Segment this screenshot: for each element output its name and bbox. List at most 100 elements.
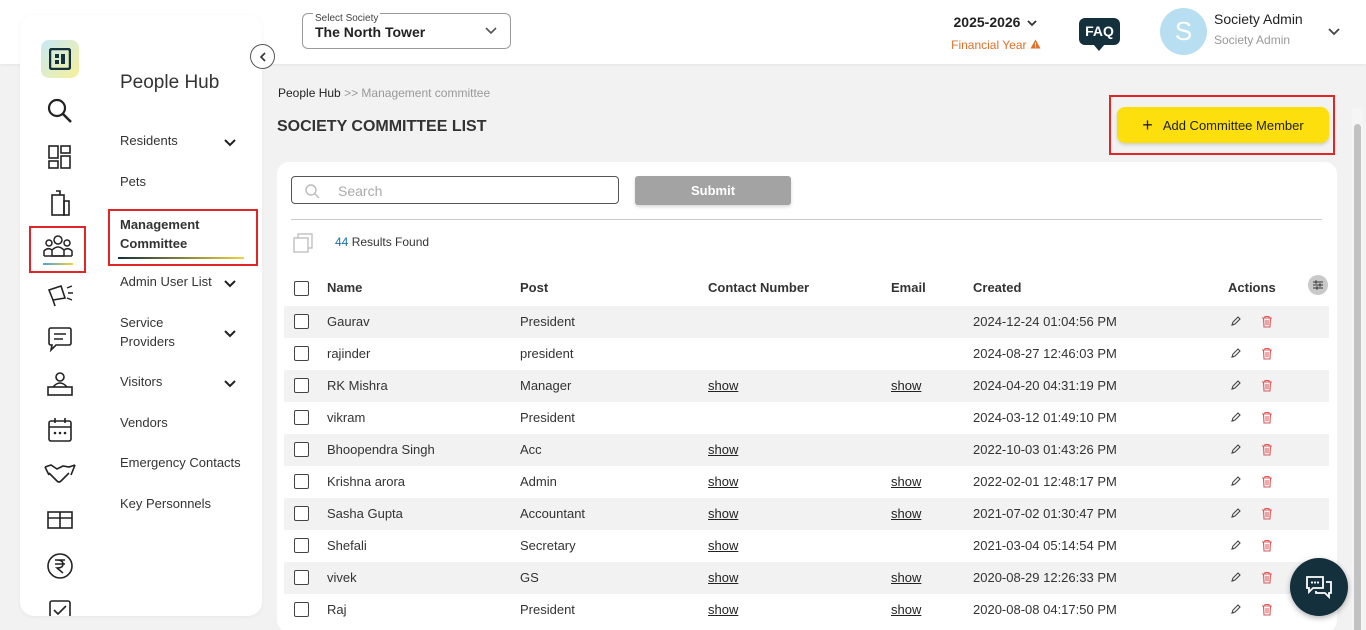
calendar-icon[interactable] [42, 412, 78, 448]
edit-icon[interactable] [1230, 347, 1242, 362]
avatar[interactable]: S [1160, 8, 1207, 55]
delete-icon[interactable] [1261, 411, 1273, 427]
table-row: Krishna arora Admin show show 2022-02-01 12:… [284, 466, 1329, 498]
row-checkbox[interactable] [294, 570, 309, 585]
report-icon[interactable] [42, 593, 78, 616]
megaphone-icon[interactable] [42, 276, 78, 312]
delete-icon[interactable] [1261, 475, 1273, 491]
delete-icon[interactable] [1261, 347, 1273, 363]
faq-button[interactable]: FAQ [1079, 18, 1120, 51]
copy-icon[interactable] [292, 232, 314, 254]
cell-post: President [520, 314, 575, 329]
sidebar-item-management-committee[interactable]: Management Committee [108, 209, 258, 266]
breadcrumb-root[interactable]: People Hub [278, 86, 341, 100]
row-checkbox[interactable] [294, 410, 309, 425]
row-checkbox[interactable] [294, 346, 309, 361]
column-header-name[interactable]: Name [327, 270, 362, 306]
show-email-link[interactable]: show [891, 562, 921, 594]
society-select[interactable]: Select Society The North Tower [302, 13, 511, 49]
row-checkbox[interactable] [294, 506, 309, 521]
row-checkbox[interactable] [294, 602, 309, 617]
sidebar-item-pets[interactable]: Pets [120, 172, 146, 191]
collapse-sidebar-button[interactable] [250, 44, 275, 69]
show-contact-link[interactable]: show [708, 434, 738, 466]
column-header-created[interactable]: Created [973, 270, 1021, 306]
edit-icon[interactable] [1230, 539, 1242, 554]
show-contact-link[interactable]: show [708, 562, 738, 594]
edit-icon[interactable] [1230, 379, 1242, 394]
select-all-checkbox[interactable] [294, 281, 309, 296]
sidebar-item-key-personnels[interactable]: Key Personnels [120, 494, 211, 513]
chevron-down-icon[interactable] [223, 135, 237, 149]
scrollbar-thumb[interactable] [1354, 124, 1361, 630]
delete-icon[interactable] [1261, 507, 1273, 523]
show-contact-link[interactable]: show [708, 370, 738, 402]
financial-year-selector[interactable]: 2025-2026 Financial Year [948, 14, 1044, 52]
show-contact-link[interactable]: show [708, 594, 738, 626]
column-settings-icon[interactable] [1308, 275, 1328, 295]
row-checkbox[interactable] [294, 474, 309, 489]
sidebar-item-emergency-contacts[interactable]: Emergency Contacts [120, 453, 241, 472]
sidebar-item-label: Management Committee [120, 217, 200, 251]
row-checkbox[interactable] [294, 538, 309, 553]
delete-icon[interactable] [1261, 443, 1273, 459]
sidebar-item-service-providers[interactable]: Service Providers [120, 313, 190, 351]
row-checkbox[interactable] [294, 314, 309, 329]
column-header-post[interactable]: Post [520, 270, 548, 306]
show-email-link[interactable]: show [891, 594, 921, 626]
row-checkbox[interactable] [294, 442, 309, 457]
delete-icon[interactable] [1261, 379, 1273, 395]
chevron-down-icon[interactable] [223, 326, 237, 340]
delete-icon[interactable] [1261, 539, 1273, 555]
column-header-contact[interactable]: Contact Number [708, 270, 809, 306]
user-menu-chevron-icon[interactable] [1327, 24, 1341, 38]
chevron-down-icon[interactable] [223, 376, 237, 390]
add-committee-member-button[interactable]: + Add Committee Member [1117, 107, 1329, 143]
edit-icon[interactable] [1230, 411, 1242, 426]
show-email-link[interactable]: show [891, 370, 921, 402]
edit-icon[interactable] [1230, 475, 1242, 490]
sidebar-item-residents[interactable]: Residents [120, 131, 178, 150]
delete-icon[interactable] [1261, 603, 1273, 619]
show-email-link[interactable]: show [891, 466, 921, 498]
financial-year-label: Financial Year [951, 38, 1027, 52]
delete-icon[interactable] [1261, 571, 1273, 587]
row-checkbox[interactable] [294, 378, 309, 393]
show-contact-link[interactable]: show [708, 530, 738, 562]
search-field[interactable] [291, 176, 619, 204]
cell-name: vivek [327, 570, 357, 585]
rupee-icon[interactable] [42, 548, 78, 584]
edit-icon[interactable] [1230, 443, 1242, 458]
dashboard-icon[interactable] [42, 139, 78, 175]
search-input[interactable] [338, 181, 598, 200]
building-icon[interactable] [42, 185, 78, 221]
cell-name: Raj [327, 602, 347, 617]
sidebar-item-visitors[interactable]: Visitors [120, 372, 162, 391]
amenity-icon[interactable] [42, 502, 78, 538]
sidebar-item-label: Emergency Contacts [120, 455, 241, 470]
edit-icon[interactable] [1230, 507, 1242, 522]
page-scrollbar[interactable] [1352, 108, 1363, 630]
handshake-icon[interactable] [42, 456, 78, 492]
show-contact-link[interactable]: show [708, 498, 738, 530]
chat-icon[interactable] [42, 321, 78, 357]
chat-support-button[interactable] [1290, 558, 1348, 616]
delete-icon[interactable] [1261, 315, 1273, 331]
search-icon[interactable] [42, 93, 78, 129]
column-header-email[interactable]: Email [891, 270, 926, 306]
chevron-down-icon[interactable] [223, 276, 237, 290]
table-row: Sasha Gupta Accountant show show 2021-07-02 … [284, 498, 1329, 530]
cell-post: President [520, 410, 575, 425]
edit-icon[interactable] [1230, 571, 1242, 586]
cell-name: Gaurav [327, 314, 370, 329]
edit-icon[interactable] [1230, 603, 1242, 618]
show-contact-link[interactable]: show [708, 466, 738, 498]
sidebar-item-admin-user-list[interactable]: Admin User List [120, 272, 212, 291]
edit-icon[interactable] [1230, 315, 1242, 330]
helpdesk-icon[interactable] [42, 367, 78, 403]
logo-icon[interactable] [41, 40, 79, 78]
show-email-link[interactable]: show [891, 498, 921, 530]
submit-button[interactable]: Submit [635, 176, 791, 205]
people-icon[interactable] [29, 226, 86, 273]
sidebar-item-vendors[interactable]: Vendors [120, 413, 168, 432]
